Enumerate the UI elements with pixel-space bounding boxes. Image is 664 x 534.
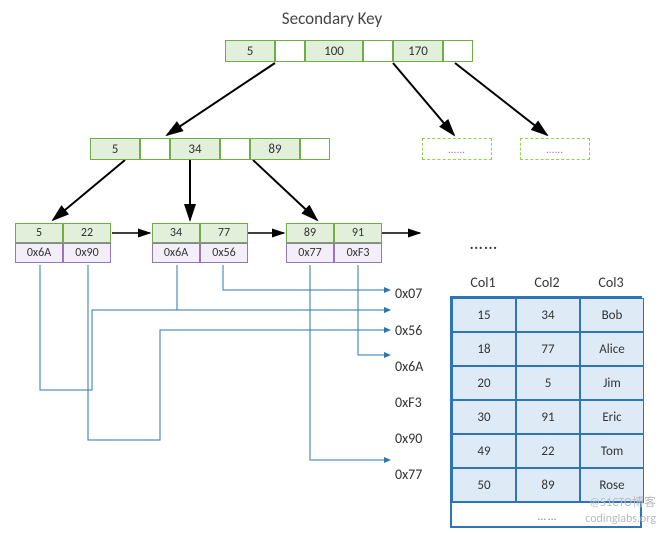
watermark-2: codinglabs.org [585, 512, 656, 526]
hex-label-1: 0x56 [395, 322, 422, 339]
hex-label-4: 0x90 [395, 430, 422, 447]
watermark-1: @51CTO博客 [589, 493, 656, 510]
table-cell-r5c0: 50 [452, 468, 516, 502]
table-cell-r1c1: 77 [516, 332, 580, 366]
root-gap-1 [363, 40, 393, 62]
root-gap-2 [443, 40, 473, 62]
table-cell-r3c1: 91 [516, 400, 580, 434]
root-key-0: 5 [225, 40, 275, 62]
table-cell-r0c2: Bob [580, 298, 644, 332]
l1-gap-2 [300, 138, 330, 160]
hex-label-2: 0x6A [395, 358, 423, 375]
root-gap-0 [275, 40, 305, 62]
hex-label-5: 0x77 [395, 466, 422, 483]
table-cell-r0c1: 34 [516, 298, 580, 332]
table-cell-r4c1: 22 [516, 434, 580, 468]
leaf0-ptr-0: 0x6A [15, 243, 63, 263]
l1-gap-1 [220, 138, 250, 160]
leaf1-key-0: 34 [152, 223, 200, 243]
table-cell-r4c2: Tom [580, 434, 644, 468]
leaf0-ptr-1: 0x90 [63, 243, 111, 263]
l1-gap-0 [140, 138, 170, 160]
table-cell-r2c2: Jim [580, 366, 644, 400]
l1-key-0: 5 [90, 138, 140, 160]
hex-label-0: 0x07 [395, 285, 422, 302]
table-cell-r4c0: 49 [452, 434, 516, 468]
table-header-2: Col3 [580, 274, 642, 291]
table-header-1: Col2 [516, 274, 578, 291]
leaf2-key-1: 91 [334, 223, 382, 243]
leaf1-key-1: 77 [200, 223, 248, 243]
root-key-2: 170 [393, 40, 443, 62]
hex-label-3: 0xF3 [395, 394, 422, 411]
leaf-ellipsis: …… [470, 232, 499, 254]
ghost-node-0: …… [422, 138, 492, 160]
table-cell-r1c2: Alice [580, 332, 644, 366]
leaf2-ptr-0: 0x77 [286, 243, 334, 263]
table-cell-r0c0: 15 [452, 298, 516, 332]
diagram-title: Secondary Key [0, 8, 664, 29]
table-cell-r5c1: 89 [516, 468, 580, 502]
leaf1-ptr-0: 0x6A [152, 243, 200, 263]
table-cell-r3c2: Eric [580, 400, 644, 434]
l1-key-1: 34 [170, 138, 220, 160]
leaf0-key-0: 5 [15, 223, 63, 243]
leaf0-key-1: 22 [63, 223, 111, 243]
leaf2-key-0: 89 [286, 223, 334, 243]
l1-key-2: 89 [250, 138, 300, 160]
leaf1-ptr-1: 0x56 [200, 243, 248, 263]
table-cell-r1c0: 18 [452, 332, 516, 366]
table-cell-r2c0: 20 [452, 366, 516, 400]
table-header-0: Col1 [452, 274, 514, 291]
table-cell-r2c1: 5 [516, 366, 580, 400]
root-key-1: 100 [305, 40, 363, 62]
table-cell-r3c0: 30 [452, 400, 516, 434]
leaf2-ptr-1: 0xF3 [334, 243, 382, 263]
ghost-node-1: …… [520, 138, 590, 160]
